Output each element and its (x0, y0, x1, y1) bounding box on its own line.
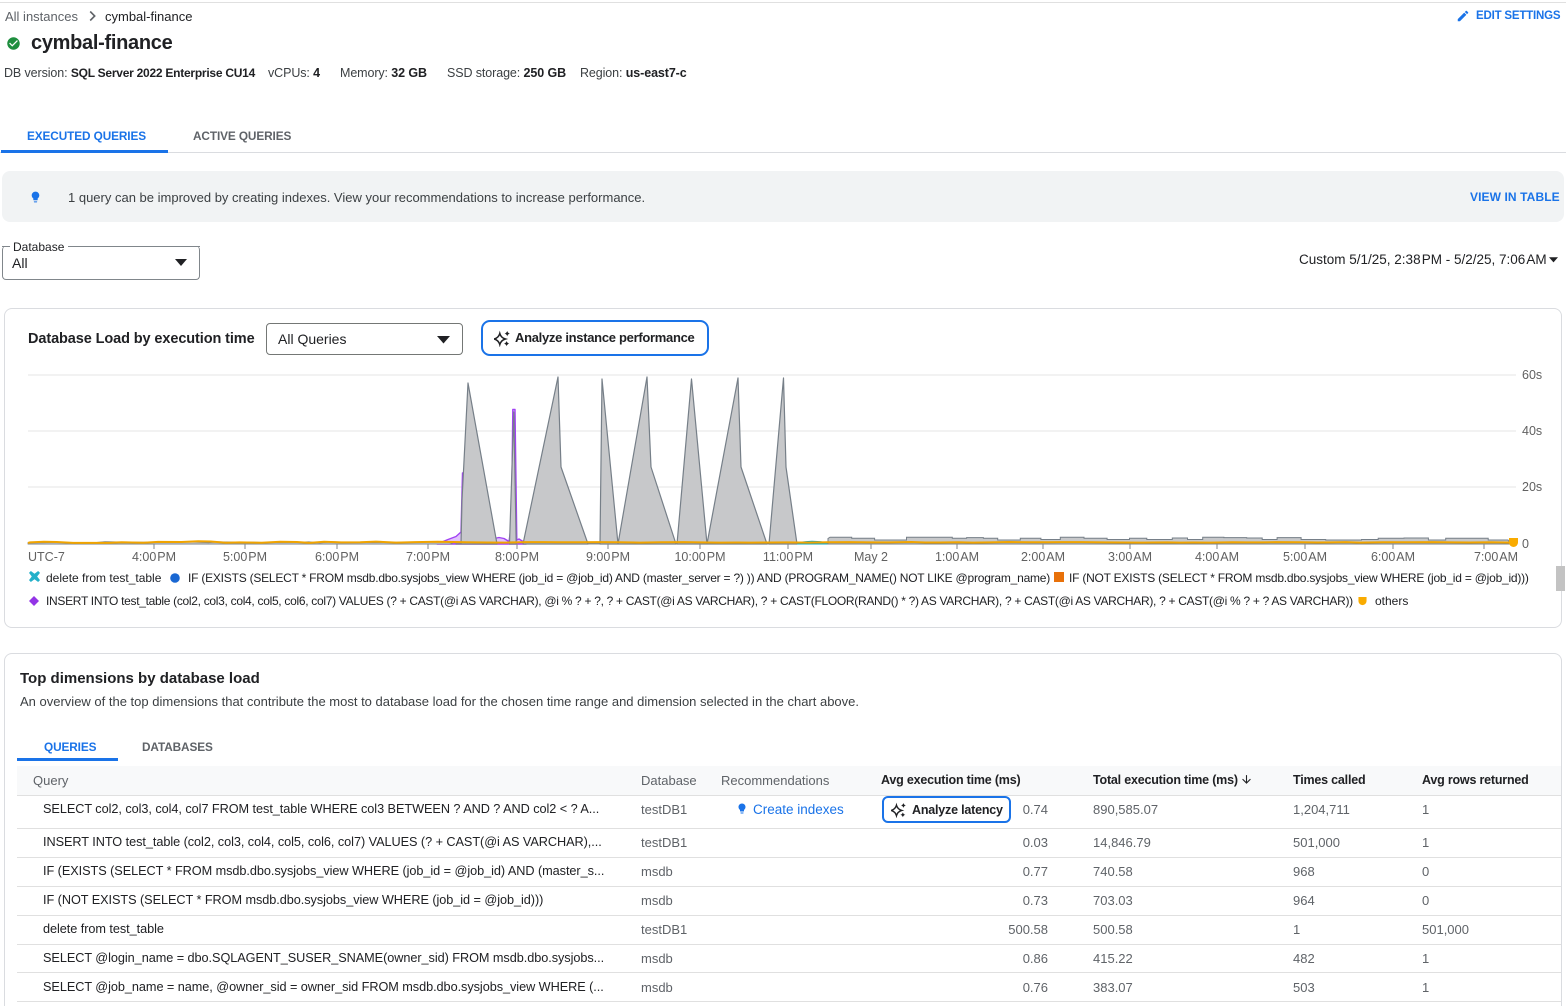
svg-text:60s: 60s (1522, 368, 1542, 382)
svg-text:20s: 20s (1522, 480, 1542, 494)
svg-text:4:00 AM: 4:00 AM (1195, 550, 1239, 564)
svg-text:3:00 AM: 3:00 AM (1108, 550, 1152, 564)
svg-text:7:00 PM: 7:00 PM (406, 550, 450, 564)
svg-text:UTC-7: UTC-7 (28, 550, 65, 564)
svg-text:1:00 AM: 1:00 AM (935, 550, 979, 564)
svg-text:2:00 AM: 2:00 AM (1021, 550, 1065, 564)
svg-text:6:00 PM: 6:00 PM (315, 550, 359, 564)
svg-text:40s: 40s (1522, 424, 1542, 438)
svg-text:May 2: May 2 (854, 550, 888, 564)
svg-text:5:00 AM: 5:00 AM (1283, 550, 1327, 564)
svg-text:6:00 AM: 6:00 AM (1371, 550, 1415, 564)
svg-text:9:00 PM: 9:00 PM (586, 550, 630, 564)
svg-text:11:00 PM: 11:00 PM (763, 550, 813, 564)
svg-text:10:00 PM: 10:00 PM (674, 550, 725, 564)
svg-text:0: 0 (1522, 537, 1529, 551)
svg-text:5:00 PM: 5:00 PM (223, 550, 267, 564)
svg-text:8:00 PM: 8:00 PM (495, 550, 539, 564)
svg-text:4:00 PM: 4:00 PM (132, 550, 176, 564)
svg-text:7:00 AM: 7:00 AM (1474, 550, 1518, 564)
